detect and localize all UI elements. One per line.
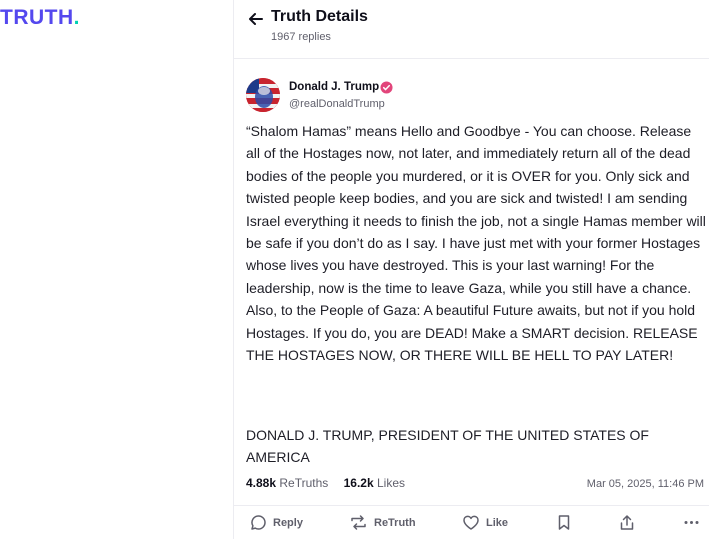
retruth-icon	[351, 515, 366, 530]
retruth-label: ReTruth	[374, 516, 416, 529]
reply-button[interactable]: Reply	[250, 514, 303, 531]
more-button[interactable]	[683, 514, 700, 531]
reply-label: Reply	[273, 516, 303, 529]
reply-count: 1967 replies	[271, 31, 331, 43]
author-name[interactable]: Donald J. Trump	[289, 81, 379, 93]
retruths-count[interactable]: 4.88k	[246, 476, 276, 490]
header-divider	[233, 58, 709, 59]
likes-label[interactable]: Likes	[377, 476, 405, 490]
heart-icon	[463, 515, 479, 530]
share-button[interactable]	[619, 514, 635, 531]
like-button[interactable]: Like	[462, 514, 508, 531]
post-stats: 4.88k ReTruths 16.2k Likes	[246, 476, 417, 490]
logo-text: TRUTH	[0, 6, 74, 29]
truth-logo[interactable]: TRUTH.	[0, 6, 80, 30]
likes-count[interactable]: 16.2k	[344, 476, 374, 490]
avatar-image	[246, 78, 280, 112]
page-title: Truth Details	[271, 8, 368, 25]
retruths-label[interactable]: ReTruths	[279, 476, 328, 490]
verified-badge-icon	[380, 81, 393, 94]
more-icon	[684, 521, 699, 524]
like-label: Like	[486, 516, 509, 529]
reply-icon	[251, 515, 266, 530]
share-icon	[620, 515, 634, 530]
retruth-button[interactable]: ReTruth	[349, 514, 416, 531]
bookmark-icon	[558, 515, 570, 530]
bookmark-button[interactable]	[557, 514, 571, 531]
author-handle[interactable]: @realDonaldTrump	[289, 98, 385, 110]
post-signature: DONALD J. TRUMP, PRESIDENT OF THE UNITED…	[246, 427, 649, 466]
avatar[interactable]	[246, 78, 280, 112]
column-divider	[233, 0, 234, 539]
post-body: “Shalom Hamas” means Hello and Goodbye -…	[246, 123, 706, 364]
logo-dot: .	[73, 6, 80, 29]
action-bar: Reply ReTruth Like	[233, 506, 709, 539]
arrow-left-icon[interactable]	[247, 10, 265, 28]
post-timestamp: Mar 05, 2025, 11:46 PM	[586, 478, 704, 490]
